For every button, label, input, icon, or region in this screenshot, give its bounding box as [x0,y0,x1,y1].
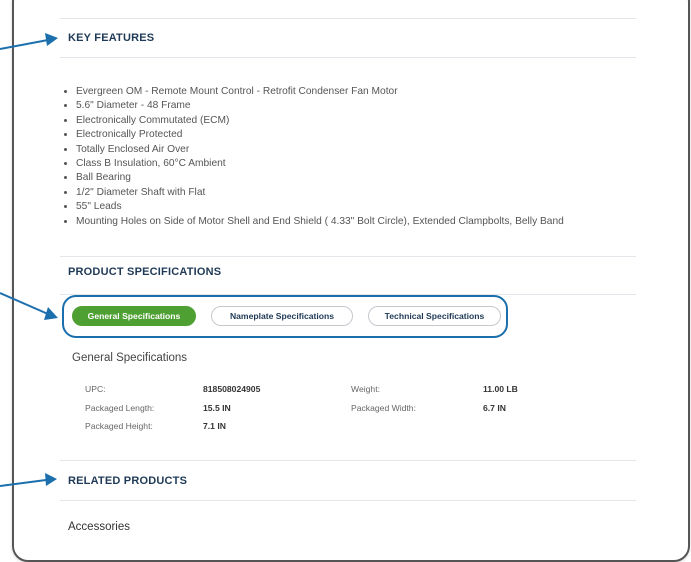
arrow-icon [0,473,57,487]
annotation-arrows [0,33,58,487]
arrow-icon [0,292,58,320]
arrow-icon [0,33,58,50]
